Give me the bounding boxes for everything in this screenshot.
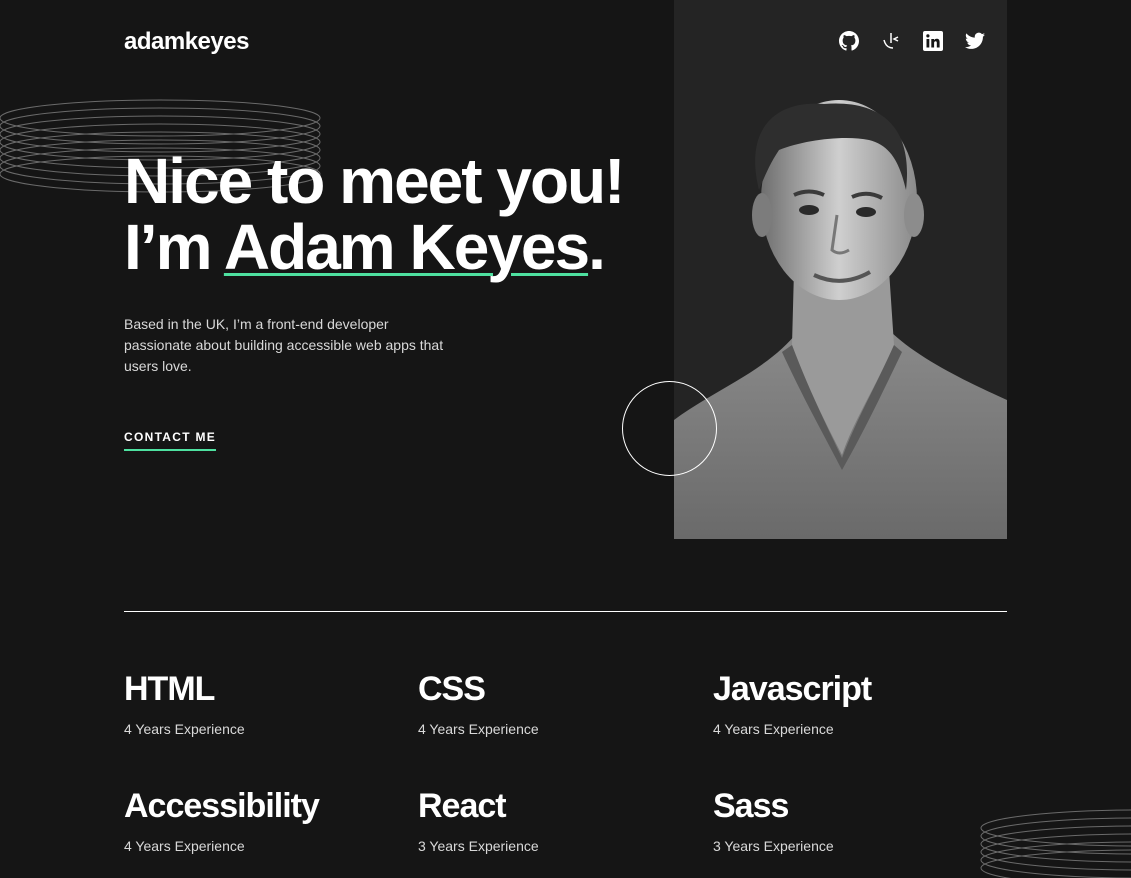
site-logo[interactable]: adamkeyes bbox=[124, 28, 249, 56]
skill-name: HTML bbox=[124, 670, 215, 708]
skill-experience: 3 Years Experience bbox=[418, 838, 539, 854]
skill-item: React 3 Years Experience bbox=[418, 787, 678, 855]
decorative-circle bbox=[622, 381, 717, 476]
skill-item: Accessibility 4 Years Experience bbox=[124, 787, 384, 855]
skill-name: Accessibility bbox=[124, 787, 320, 825]
skill-experience: 3 Years Experience bbox=[713, 838, 834, 854]
skill-item: CSS 4 Years Experience bbox=[418, 670, 678, 738]
skill-name: Sass bbox=[713, 787, 789, 825]
section-divider bbox=[124, 611, 1007, 612]
skill-item: HTML 4 Years Experience bbox=[124, 670, 384, 738]
github-icon[interactable] bbox=[838, 30, 860, 52]
rings-pattern-right bbox=[980, 809, 1131, 878]
hero-name: Adam Keyes bbox=[223, 211, 590, 283]
linkedin-icon[interactable] bbox=[922, 30, 944, 52]
skill-item: Sass 3 Years Experience bbox=[713, 787, 973, 855]
hero-intro: Based in the UK, I’m a front-end develop… bbox=[124, 316, 444, 374]
skill-name: React bbox=[418, 787, 507, 825]
skill-item: Javascript 4 Years Experience bbox=[713, 670, 973, 738]
skill-experience: 4 Years Experience bbox=[713, 721, 834, 737]
hero-title-prefix: I’m bbox=[124, 211, 224, 283]
skill-experience: 4 Years Experience bbox=[124, 838, 245, 854]
contact-me-link[interactable]: CONTACT ME bbox=[124, 430, 217, 451]
skill-name: CSS bbox=[418, 670, 486, 708]
twitter-icon[interactable] bbox=[964, 30, 986, 52]
portfolio-page: adamkeyes Nice to meet you! I’m Adam Key… bbox=[0, 0, 1131, 878]
hero-title-suffix: . bbox=[588, 211, 606, 283]
social-links bbox=[838, 30, 986, 52]
skill-experience: 4 Years Experience bbox=[124, 721, 245, 737]
hero-title: Nice to meet you! I’m Adam Keyes. bbox=[124, 145, 625, 283]
skill-name: Javascript bbox=[713, 670, 872, 708]
profile-photo bbox=[674, 0, 1007, 539]
frontend-mentor-icon[interactable] bbox=[880, 30, 902, 52]
hero-title-line1: Nice to meet you! bbox=[124, 145, 625, 217]
skill-experience: 4 Years Experience bbox=[418, 721, 539, 737]
